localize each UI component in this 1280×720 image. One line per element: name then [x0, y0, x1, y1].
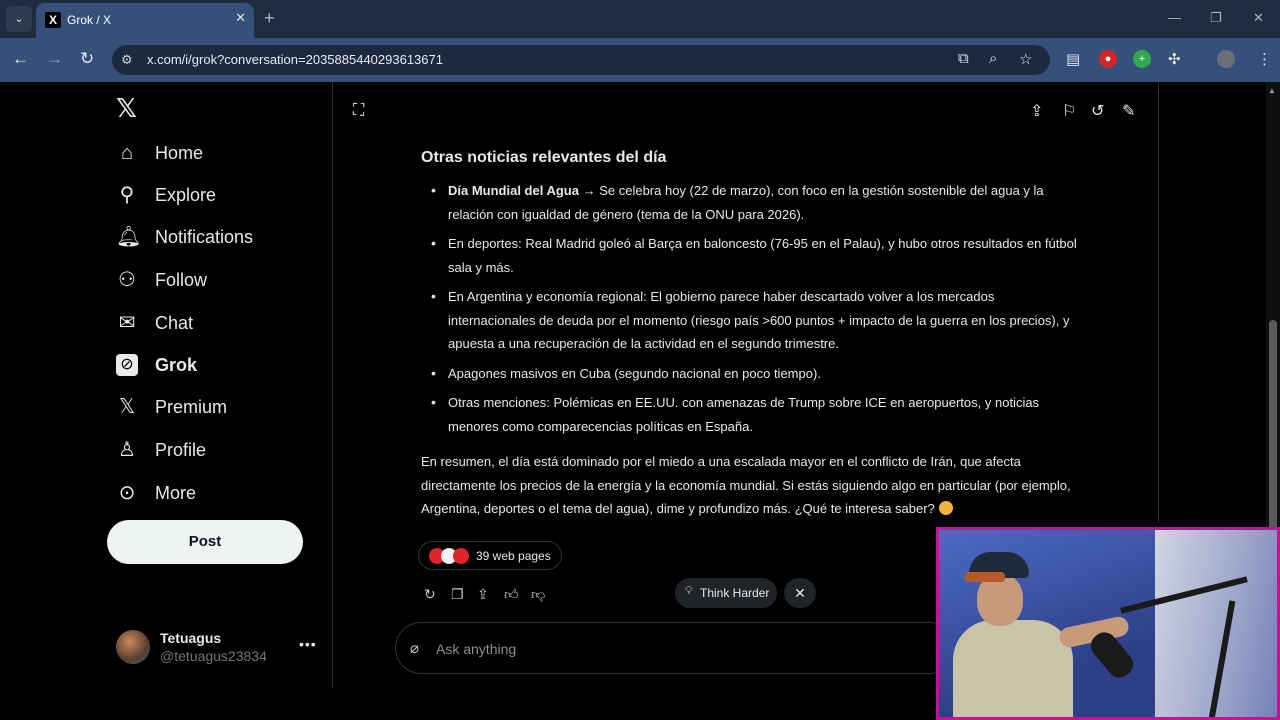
sidebar-item-label: More [155, 483, 197, 503]
bookmark-star-icon[interactable]: ☆ [1019, 50, 1032, 68]
zoom-icon[interactable]: ⌕ [989, 50, 997, 67]
forward-icon[interactable]: → [46, 49, 63, 69]
think-harder-button[interactable]: 💡︎ Think Harder [675, 578, 777, 608]
account-more-icon[interactable]: ••• [299, 636, 317, 652]
section-heading: Otras noticias relevantes del día [421, 149, 667, 166]
list-item-text: En Argentina y economía regional: El gob… [448, 289, 1070, 351]
smile-emoji-icon [938, 501, 953, 515]
search-icon: ⚲ [119, 184, 135, 206]
list-item-bold: Día Mundial del Agua [448, 183, 579, 198]
back-icon[interactable]: ← [12, 49, 29, 69]
webcam-overlay [936, 527, 1280, 720]
mail-icon: ✉ [118, 312, 136, 334]
lightbulb-icon: 💡︎ [685, 585, 693, 597]
bookmark-icon[interactable]: ⚐ [1062, 101, 1076, 121]
sources-button[interactable]: 39 web pages [418, 541, 562, 570]
list-item-text: En deportes: Real Madrid goleó al Barça … [448, 236, 1077, 275]
sidebar-item-label: Follow [155, 270, 208, 290]
tab-title: Grok / X [67, 13, 112, 27]
attach-icon[interactable]: ⌀ [410, 639, 419, 657]
webcam-person-body [953, 620, 1073, 717]
account-name[interactable]: Tetuagus [160, 630, 221, 646]
account-handle[interactable]: @tetuagus23834 [160, 648, 267, 664]
list-item: Otras menciones: Polémicas en EE.UU. con… [421, 391, 1081, 438]
thumbs-down-icon[interactable]: 👎︎ [531, 586, 545, 603]
list-item: Apagones masivos en Cuba (segundo nacion… [421, 362, 1081, 386]
x-logo-icon[interactable]: 𝕏 [116, 93, 137, 124]
sidebar-item-label: Home [155, 143, 204, 163]
scroll-up-icon[interactable]: ▲ [1268, 86, 1276, 95]
grok-icon: ⊘ [116, 354, 138, 376]
webcam-cap-brim [965, 572, 1005, 582]
new-tab-icon[interactable]: + [264, 8, 275, 29]
extensions-puzzle-icon[interactable]: ✣ [1168, 50, 1181, 68]
minimize-icon[interactable]: — [1168, 10, 1181, 25]
tab-search-button[interactable]: ⌄ [6, 6, 32, 32]
browser-menu-icon[interactable]: ⋮ [1257, 50, 1272, 68]
reload-icon[interactable]: ↻ [80, 49, 94, 69]
restore-icon[interactable]: ❐ [1210, 10, 1222, 26]
close-tab-icon[interactable]: ✕ [235, 10, 246, 26]
person-plus-icon: ⚇ [118, 269, 136, 291]
list-item: En Argentina y economía regional: El gob… [421, 285, 1081, 356]
content-divider [1158, 82, 1159, 522]
expand-icon[interactable]: ⛶ [353, 102, 364, 120]
home-icon: ⌂ [120, 142, 134, 164]
list-item: Día Mundial del Agua → Se celebra hoy (2… [421, 179, 1081, 226]
think-harder-label: Think Harder [700, 586, 770, 600]
history-icon[interactable]: ↺ [1091, 101, 1104, 121]
extension-shield-icon[interactable]: ● [1099, 50, 1117, 68]
bell-icon: 🔔︎ [116, 226, 142, 248]
close-window-icon[interactable]: ✕ [1253, 10, 1264, 26]
list-item-text: Otras menciones: Polémicas en EE.UU. con… [448, 395, 1040, 434]
site-info-icon[interactable]: ⚙ [121, 52, 133, 68]
sources-count: 39 web pages [476, 549, 551, 563]
browser-tab[interactable]: X Grok / X ✕ [36, 3, 254, 38]
x-icon: 𝕏 [118, 396, 136, 418]
person-icon: ♙ [118, 439, 136, 461]
copy-icon[interactable]: ❐ [451, 586, 464, 603]
sidebar-item-label: Explore [155, 185, 217, 205]
summary-paragraph: En resumen, el día está dominado por el … [421, 450, 1081, 521]
ask-input[interactable] [436, 638, 916, 660]
sidebar-item-label: Profile [155, 440, 207, 460]
news-list: Día Mundial del Agua → Se celebra hoy (2… [421, 179, 1081, 438]
reading-list-icon[interactable]: ▤ [1066, 50, 1080, 68]
install-app-icon[interactable]: ⧉ [958, 50, 969, 67]
sidebar-item-label: Notifications [155, 227, 254, 247]
sidebar-item-label: Chat [155, 313, 194, 333]
sidebar-item-label: Premium [155, 397, 228, 417]
sidebar-item-label: Grok [155, 355, 198, 375]
list-item: En deportes: Real Madrid goleó al Barça … [421, 232, 1081, 279]
source-site-icon [453, 548, 469, 564]
summary-text: En resumen, el día está dominado por el … [421, 454, 1071, 516]
post-button[interactable]: Post [107, 520, 303, 564]
thumbs-up-icon[interactable]: 👍︎ [504, 586, 519, 603]
x-favicon-icon: X [45, 12, 61, 28]
share-response-icon[interactable]: ⇪ [477, 586, 489, 603]
avatar[interactable] [116, 630, 150, 664]
url-text[interactable]: x.com/i/grok?conversation=20358854402936… [147, 52, 443, 67]
new-chat-icon[interactable]: ✎ [1122, 101, 1135, 121]
grok-response: Otras noticias relevantes del día Día Mu… [421, 146, 1081, 521]
dismiss-button[interactable]: ✕ [784, 578, 816, 608]
more-circle-icon: ⊙ [118, 482, 136, 504]
ask-box[interactable]: ⌀ [395, 622, 955, 674]
scrollbar-thumb[interactable] [1269, 320, 1277, 530]
extension-plus-icon[interactable]: + [1133, 50, 1151, 68]
profile-avatar-icon[interactable] [1217, 50, 1235, 68]
regenerate-icon[interactable]: ↻ [424, 586, 436, 603]
sidebar-divider [332, 82, 333, 688]
source-favicons [429, 548, 469, 564]
share-icon[interactable]: ⇪ [1030, 101, 1043, 121]
list-item-text: Apagones masivos en Cuba (segundo nacion… [448, 365, 821, 381]
